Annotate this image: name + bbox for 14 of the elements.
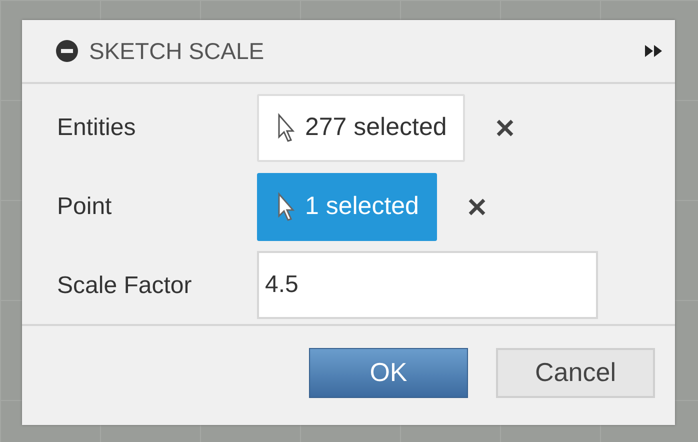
cursor-icon bbox=[277, 112, 295, 142]
collapse-icon[interactable] bbox=[55, 39, 79, 63]
close-icon[interactable] bbox=[466, 196, 487, 216]
close-icon[interactable] bbox=[494, 118, 515, 138]
field-label: Entities bbox=[57, 114, 137, 142]
selection-button[interactable]: 277 selected bbox=[257, 94, 465, 162]
ok-button[interactable]: OK bbox=[309, 348, 468, 398]
field-label: Scale Factor bbox=[57, 272, 193, 300]
field-label: Point bbox=[57, 192, 113, 220]
cancel-button[interactable]: Cancel bbox=[496, 348, 655, 398]
expand-icon[interactable] bbox=[645, 44, 663, 58]
cursor-icon bbox=[277, 192, 295, 222]
scale-input-field[interactable]: 4.5 bbox=[257, 250, 598, 318]
dialog-title: SKETCH SCALE bbox=[89, 38, 266, 64]
